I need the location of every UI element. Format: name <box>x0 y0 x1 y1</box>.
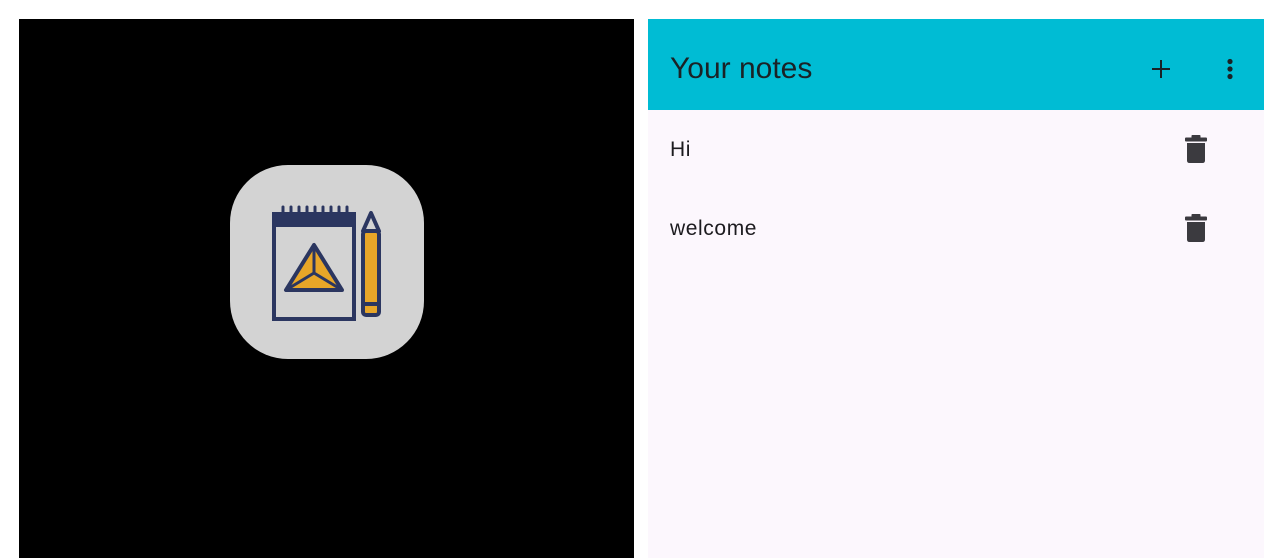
more-options-button[interactable] <box>1208 47 1252 91</box>
notes-list: Hi welcome <box>648 110 1264 268</box>
delete-note-button[interactable] <box>1174 127 1218 171</box>
app-bar: Your notes <box>648 19 1264 110</box>
more-vert-icon <box>1227 58 1233 80</box>
delete-icon <box>1185 214 1207 242</box>
list-item[interactable]: Hi <box>648 110 1264 189</box>
add-icon <box>1152 60 1170 78</box>
add-note-button[interactable] <box>1139 47 1183 91</box>
delete-icon <box>1185 135 1207 163</box>
list-item[interactable]: welcome <box>648 189 1264 268</box>
note-title: Hi <box>670 138 692 161</box>
note-title: welcome <box>670 217 758 240</box>
splash-pane <box>19 19 634 558</box>
page-title: Your notes <box>670 52 813 85</box>
screen: Your notes Hi welcome <box>0 0 1280 558</box>
notes-app: Your notes Hi welcome <box>648 19 1264 558</box>
notebook-pencil-icon <box>230 165 424 359</box>
delete-note-button[interactable] <box>1174 206 1218 250</box>
